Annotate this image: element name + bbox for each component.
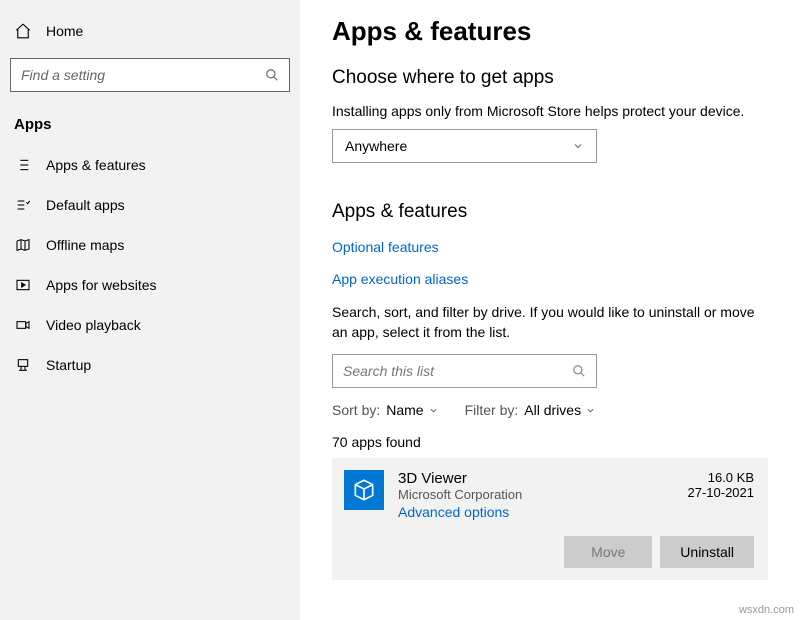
app-execution-aliases-link[interactable]: App execution aliases [332,271,768,287]
find-setting-input[interactable] [21,67,265,83]
watermark: wsxdn.com [739,604,794,616]
search-icon [572,364,586,378]
filter-by-control[interactable]: Filter by: All drives [465,402,596,418]
app-name: 3D Viewer [398,470,674,487]
sidebar-item-label: Offline maps [46,237,124,253]
sidebar-item-label: Video playback [46,317,141,333]
find-setting-search[interactable] [10,58,290,92]
move-button[interactable]: Move [564,536,652,568]
sidebar-item-label: Startup [46,357,91,373]
sidebar-item-apps-features[interactable]: Apps & features [8,145,292,185]
map-icon [14,237,32,253]
choose-apps-title: Choose where to get apps [332,67,768,89]
apps-count: 70 apps found [332,434,768,450]
sidebar-item-label: Default apps [46,197,125,213]
main-content: Apps & features Choose where to get apps… [300,0,800,620]
optional-features-link[interactable]: Optional features [332,239,768,255]
app-date: 27-10-2021 [688,485,755,500]
sidebar-item-label: Apps & features [46,157,146,173]
app-list-search[interactable] [332,354,597,388]
sidebar-item-startup[interactable]: Startup [8,345,292,385]
sort-by-control[interactable]: Sort by: Name [332,402,439,418]
list-icon [14,157,32,173]
search-icon [265,68,279,82]
dropdown-value: Anywhere [345,138,407,154]
app-source-dropdown[interactable]: Anywhere [332,129,597,163]
sidebar-item-label: Apps for websites [46,277,157,293]
chevron-down-icon [572,140,584,152]
defaults-icon [14,197,32,213]
startup-icon [14,357,32,373]
filter-label: Filter by: [465,402,519,418]
sort-label: Sort by: [332,402,380,418]
sidebar: Home Apps Apps & features Default apps O… [0,0,300,620]
video-icon [14,317,32,333]
home-label: Home [46,23,83,39]
filter-value: All drives [524,402,581,418]
sidebar-item-video-playback[interactable]: Video playback [8,305,292,345]
sidebar-item-offline-maps[interactable]: Offline maps [8,225,292,265]
app-list-search-input[interactable] [343,363,572,379]
website-icon [14,277,32,293]
advanced-options-link[interactable]: Advanced options [398,504,674,520]
app-icon [344,470,384,510]
uninstall-button[interactable]: Uninstall [660,536,754,568]
sidebar-item-apps-websites[interactable]: Apps for websites [8,265,292,305]
sort-filter-row: Sort by: Name Filter by: All drives [332,402,768,418]
app-list-item[interactable]: 3D Viewer Microsoft Corporation Advanced… [332,458,768,580]
app-publisher: Microsoft Corporation [398,487,674,502]
list-description: Search, sort, and filter by drive. If yo… [332,303,768,342]
page-title: Apps & features [332,16,768,47]
chevron-down-icon [585,405,596,416]
home-button[interactable]: Home [8,12,292,50]
sidebar-item-default-apps[interactable]: Default apps [8,185,292,225]
app-size: 16.0 KB [688,470,755,485]
apps-features-subtitle: Apps & features [332,201,768,223]
choose-apps-help: Installing apps only from Microsoft Stor… [332,103,768,119]
sort-value: Name [386,402,423,418]
chevron-down-icon [428,405,439,416]
home-icon [14,22,32,40]
sidebar-section-title: Apps [8,108,292,145]
